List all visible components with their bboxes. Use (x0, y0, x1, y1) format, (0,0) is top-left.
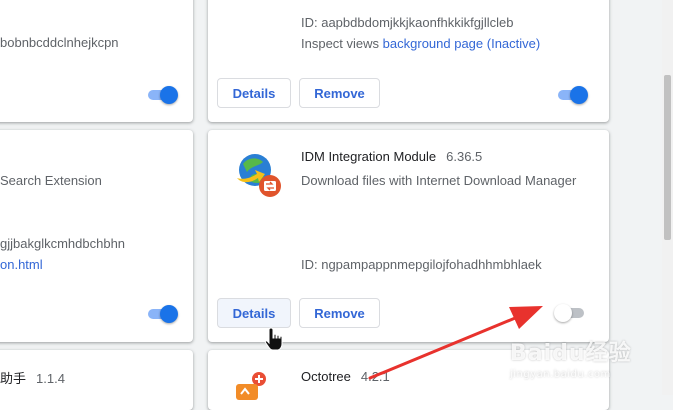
details-button[interactable]: Details (217, 78, 291, 108)
extension-version: 1.1.4 (36, 371, 65, 386)
options-page-link[interactable]: on.html (0, 257, 43, 272)
page-scrollbar[interactable] (662, 0, 673, 395)
extension-card-mid-left: Search Extension gjjbakglkcmhdbchbhn on.… (0, 130, 193, 342)
extension-id: bobnbcddclnhejkcpn (0, 35, 119, 50)
enable-toggle[interactable] (146, 304, 178, 324)
enable-toggle[interactable] (554, 303, 586, 323)
extension-card-top-left: bobnbcddclnhejkcpn (0, 0, 193, 122)
extension-id: gjjbakglkcmhdbchbhn (0, 236, 126, 251)
extension-card-idm: IDM Integration Module 6.36.5 Download fi… (208, 130, 609, 342)
octotree-icon (232, 370, 272, 400)
extension-id: ID: aapbdbdomjkkjkaonfhkkikfgjllcleb (301, 15, 514, 30)
remove-button[interactable]: Remove (299, 298, 380, 328)
extension-title: 助手 1.1.4 (0, 368, 65, 387)
enable-toggle[interactable] (556, 85, 588, 105)
extension-name: Octotree (301, 369, 351, 384)
extension-id: ID: ngpampappnmepgilojfohadhhmbhlaek (301, 257, 542, 272)
extension-version: 6.36.5 (446, 149, 483, 164)
scrollbar-thumb[interactable] (664, 75, 671, 240)
extension-version: 4.2.1 (360, 369, 390, 384)
background-page-link[interactable]: background page (Inactive) (383, 36, 541, 51)
extension-name: IDM Integration Module (301, 149, 437, 164)
extension-card-top-right: ID: aapbdbdomjkkjkaonfhkkikfgjllcleb Ins… (208, 0, 609, 122)
extension-title: IDM Integration Module 6.36.5 (301, 149, 482, 164)
hand-pointer-icon (264, 326, 286, 352)
remove-button[interactable]: Remove (299, 78, 380, 108)
extension-name: 助手 (0, 371, 27, 386)
extension-description: Download files with Internet Download Ma… (301, 173, 577, 188)
watermark-logo: Baidu经验 (510, 341, 632, 366)
extension-title: Octotree 4.2.1 (301, 369, 390, 384)
extension-description: Search Extension (0, 173, 102, 188)
watermark-url: jingyan.baidu.com (510, 369, 611, 380)
inspect-views: Inspect views background page (Inactive) (301, 36, 540, 51)
watermark: Baidu经验 jingyan.baidu.com (510, 335, 632, 380)
enable-toggle[interactable] (146, 85, 178, 105)
inspect-views-label: Inspect views (301, 36, 380, 51)
idm-globe-arrow-icon (233, 150, 283, 200)
extension-card-bottom-left: 助手 1.1.4 (0, 350, 193, 410)
details-button[interactable]: Details (217, 298, 291, 328)
